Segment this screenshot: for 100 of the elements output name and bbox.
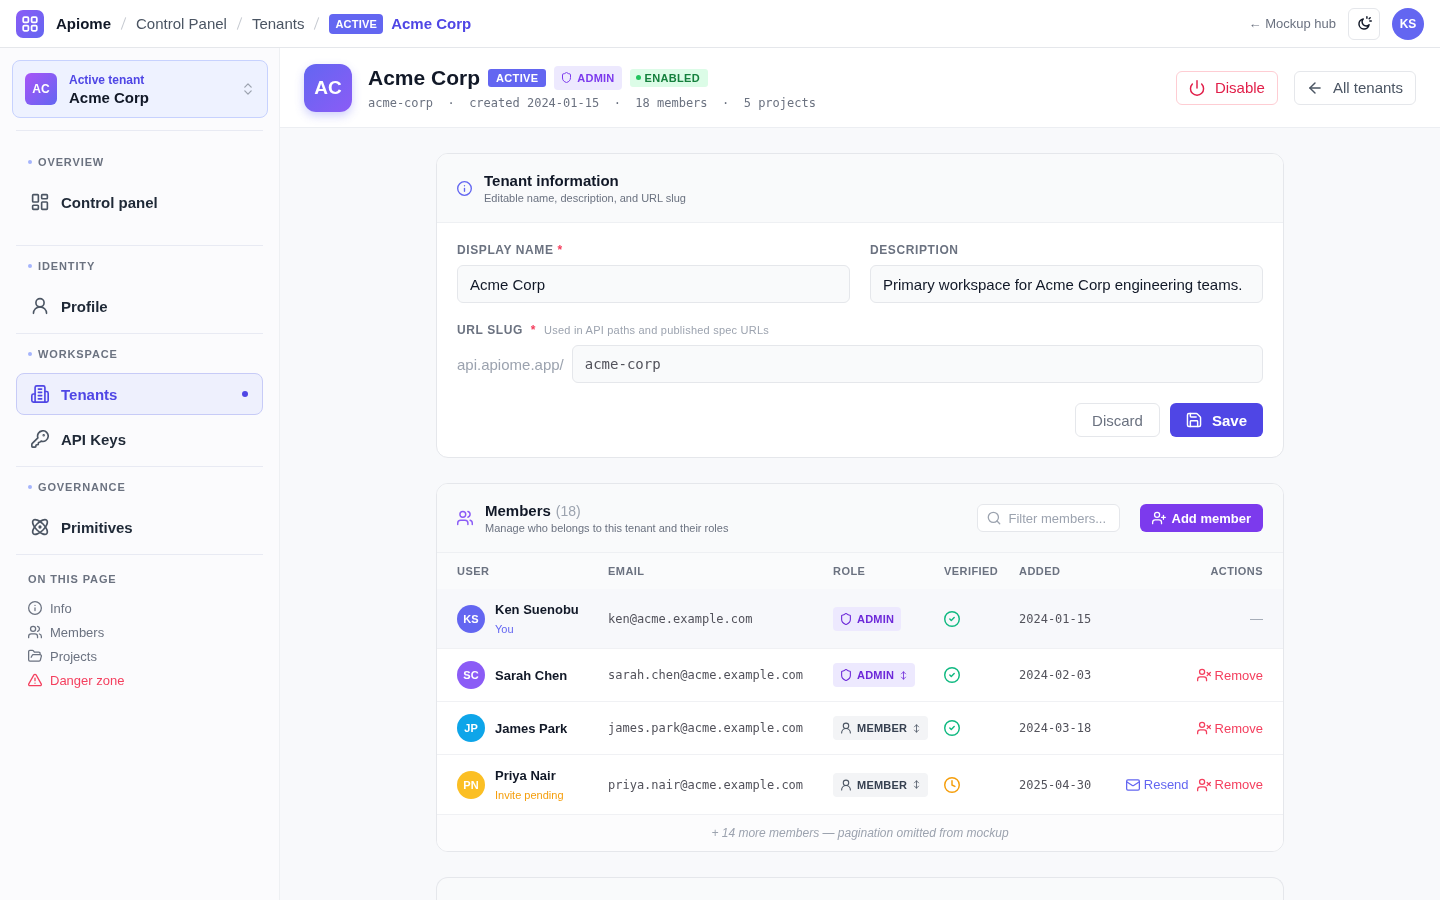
breadcrumb-link[interactable]: Acme Corp xyxy=(391,15,472,32)
mail-icon xyxy=(1125,777,1140,792)
role-badge: ADMIN xyxy=(554,65,622,90)
page-link[interactable]: Projects xyxy=(16,644,263,668)
bullet-icon xyxy=(28,264,32,268)
nav-item[interactable]: Primitives xyxy=(16,506,263,548)
text-field[interactable]: Acme Corp xyxy=(457,265,850,303)
member-count: (18) xyxy=(555,503,581,519)
users-icon xyxy=(28,625,42,639)
enabled-badge: ENABLED xyxy=(629,68,708,87)
shield-icon xyxy=(840,669,852,681)
table-footer-note: + 14 more members — pagination omitted from mockup xyxy=(711,826,1009,840)
added-date: 2024-03-18 xyxy=(1019,721,1093,735)
column-header: ACTIONS xyxy=(1210,565,1263,577)
nav-item[interactable]: API Keys xyxy=(16,418,263,460)
card-subtitle: Manage who belongs to this tenant and their roles xyxy=(485,522,729,534)
nav-item[interactable]: Control panel xyxy=(16,181,263,223)
nav-item[interactable]: Tenants xyxy=(16,373,263,415)
section-label: OVERVIEW xyxy=(38,156,105,168)
discard-button[interactable]: Discard xyxy=(1075,403,1160,437)
theme-toggle-button[interactable] xyxy=(1348,7,1380,40)
role-badge: ADMIN xyxy=(833,606,902,631)
save-button[interactable]: Save xyxy=(1169,403,1263,437)
user-x-icon xyxy=(1196,721,1211,735)
page-link[interactable]: Danger zone xyxy=(16,668,263,692)
field-hint: Used in API paths and published spec URLs xyxy=(544,324,769,336)
up-down-arrow-icon xyxy=(899,670,909,680)
column-header: ADDED xyxy=(1019,565,1062,577)
field-label: URL SLUG * xyxy=(457,323,537,337)
add-member-button[interactable]: Add member xyxy=(1139,504,1263,532)
hub-link[interactable]: ← Mockup hub xyxy=(1248,16,1336,31)
dashboard-icon xyxy=(31,193,49,211)
tenant-switcher[interactable]: AC Active tenant Acme Corp xyxy=(12,60,268,118)
member-email: ken@acme.example.com xyxy=(608,611,754,626)
url-prefix: api.apiome.app/ xyxy=(457,355,564,373)
column-header: USER xyxy=(457,565,491,577)
user-icon xyxy=(840,778,852,791)
user-name: Priya Nair xyxy=(495,767,557,784)
shield-icon xyxy=(840,612,852,625)
tenant-avatar: AC xyxy=(25,73,57,105)
user-avatar: PN xyxy=(457,770,485,799)
nav-item[interactable]: Profile xyxy=(16,285,263,327)
field-label: DISPLAY NAME * xyxy=(457,243,564,257)
save-icon xyxy=(1185,412,1202,428)
card-title: Tenant information xyxy=(484,172,620,189)
member-email: james.park@acme.example.com xyxy=(608,721,805,735)
status-dot-icon xyxy=(635,75,641,80)
user-avatar[interactable]: KS xyxy=(1392,7,1424,40)
arrow-left-icon xyxy=(1306,79,1323,96)
back-button[interactable]: All tenants xyxy=(1293,70,1416,105)
role-badge[interactable]: MEMBER xyxy=(833,716,929,740)
user-avatar: JP xyxy=(457,714,485,742)
column-header: ROLE xyxy=(833,565,867,577)
field-label: DESCRIPTION xyxy=(870,243,960,257)
up-down-arrow-icon xyxy=(912,723,922,733)
user-name: James Park xyxy=(495,719,568,737)
bullet-icon xyxy=(28,352,32,356)
user-name: Ken Suenobu xyxy=(495,601,579,618)
column-header: EMAIL xyxy=(608,565,646,577)
text-field[interactable]: Primary workspace for Acme Corp engineering teams. xyxy=(870,265,1263,303)
section-label: GOVERNANCE xyxy=(38,481,126,493)
section-label: ON THIS PAGE xyxy=(28,573,117,585)
remove-button[interactable]: Remove xyxy=(1196,667,1263,683)
key-icon xyxy=(31,430,49,448)
chevrons-up-down-icon xyxy=(241,82,255,96)
page-link[interactable]: Members xyxy=(16,620,263,644)
user-x-icon xyxy=(1196,777,1211,792)
member-email: sarah.chen@acme.example.com xyxy=(608,668,805,682)
sun-moon-icon xyxy=(1356,15,1372,32)
folder-icon xyxy=(28,649,42,663)
up-down-arrow-icon xyxy=(912,780,922,789)
breadcrumb-link[interactable]: Control Panel xyxy=(136,15,227,32)
breadcrumb-link[interactable]: Tenants xyxy=(251,15,305,32)
role-badge[interactable]: MEMBER xyxy=(833,772,929,797)
user-plus-icon xyxy=(1151,511,1166,525)
app-name: Apiome xyxy=(56,15,111,32)
resend-button[interactable]: Resend xyxy=(1125,777,1189,792)
slug-field[interactable]: acme-corp xyxy=(571,345,1263,383)
added-date: 2025-04-30 xyxy=(1019,777,1093,792)
user-name: Sarah Chen xyxy=(495,666,568,684)
role-badge[interactable]: ADMIN xyxy=(833,663,916,687)
power-icon xyxy=(1188,79,1205,96)
remove-button[interactable]: Remove xyxy=(1196,720,1263,736)
search-icon xyxy=(986,511,1001,525)
user-note: You xyxy=(495,622,515,636)
column-header: VERIFIED xyxy=(944,565,1000,577)
card-title: Members xyxy=(485,502,551,519)
disable-button[interactable]: Disable xyxy=(1175,70,1278,105)
page-link[interactable]: Info xyxy=(16,596,263,620)
filter-field[interactable]: Filter members... xyxy=(976,504,1120,532)
status-badge: ACTIVE xyxy=(329,13,384,34)
user-avatar: SC xyxy=(457,661,485,689)
user-x-icon xyxy=(1196,668,1211,682)
no-action-dash: — xyxy=(1250,611,1263,626)
tenant-name: Acme Corp xyxy=(368,65,481,90)
remove-button[interactable]: Remove xyxy=(1196,777,1263,792)
status-badge: ACTIVE xyxy=(488,68,547,87)
added-date: 2024-01-15 xyxy=(1019,611,1093,626)
bullet-icon xyxy=(28,160,32,164)
logo-icon xyxy=(16,9,44,38)
